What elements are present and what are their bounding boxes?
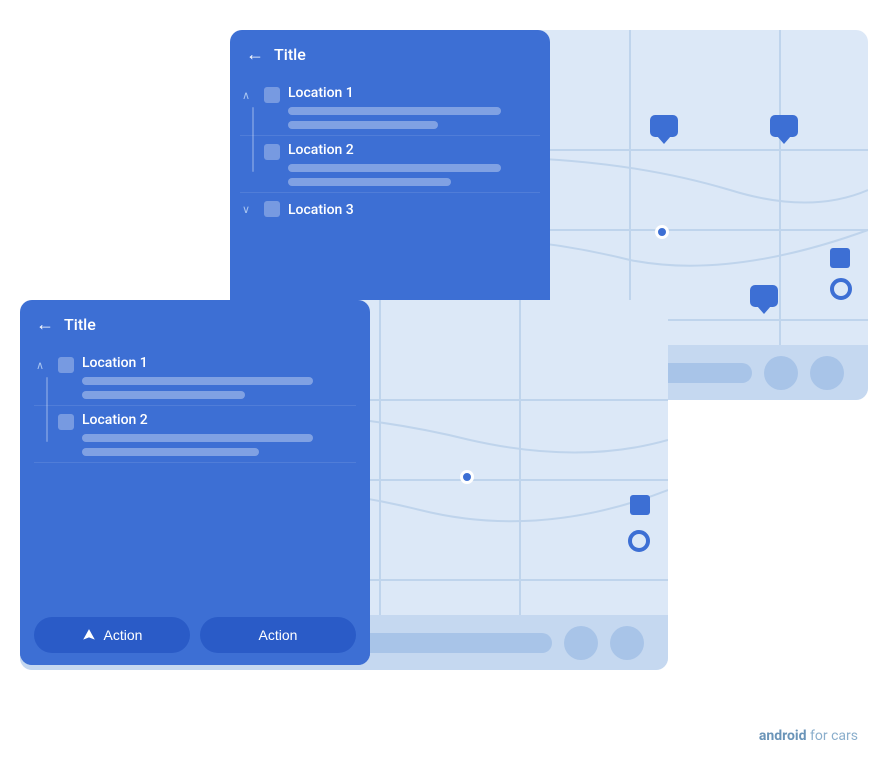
map-pin-square-1 <box>830 248 850 268</box>
brand-text: android for cars <box>759 728 858 744</box>
sub-bar-front-1a <box>82 377 313 385</box>
map-pin-square-front <box>630 495 650 515</box>
card-back-header: ← Title <box>230 30 550 79</box>
back-arrow-front[interactable]: ← <box>36 314 54 335</box>
brand-prefix: android <box>759 728 807 744</box>
list-item-back-3[interactable]: ∨ Location 3 <box>230 193 550 224</box>
list-item-front-1[interactable]: ∧ Location 1 <box>24 349 366 405</box>
action-bar-front: Action Action <box>20 605 370 665</box>
sub-bar-back-1a <box>288 107 501 115</box>
item-title-back-3: Location 3 <box>288 202 354 218</box>
item-content-front-2: Location 2 <box>82 412 354 456</box>
map-pin-speech-3 <box>750 285 778 307</box>
map-pin-speech-1 <box>650 115 678 137</box>
nav-circle-right1-back <box>764 356 798 390</box>
back-arrow-back[interactable]: ← <box>246 44 264 65</box>
collapse-icon-back-3: ∨ <box>242 203 256 216</box>
list-content-front: ∧ Location 1 Location 2 <box>20 349 370 605</box>
side-indicator-front <box>46 377 48 442</box>
list-item-back-1[interactable]: ∧ Location 1 <box>230 79 550 135</box>
map-pin-circle-front <box>628 530 650 552</box>
item-title-front-1: Location 1 <box>82 355 354 371</box>
brand-suffix: for cars <box>807 728 858 744</box>
item-icon-back-1 <box>264 87 280 103</box>
card-front-header: ← Title <box>20 300 370 349</box>
item-icon-back-3 <box>264 201 280 217</box>
sub-bar-front-2b <box>82 448 259 456</box>
map-pin-speech-2 <box>770 115 798 137</box>
item-content-back-3: Location 3 <box>288 199 538 218</box>
item-title-front-2: Location 2 <box>82 412 354 428</box>
nav-circle-right2-front <box>610 626 644 660</box>
list-item-front-partial <box>24 463 366 493</box>
map-dot-front-1 <box>460 470 474 484</box>
nav-circle-right1-front <box>564 626 598 660</box>
action-label-1: Action <box>104 627 143 643</box>
map-pin-circle-1 <box>830 278 852 300</box>
sub-bar-front-1b <box>82 391 245 399</box>
item-content-back-1: Location 1 <box>288 85 538 129</box>
item-icon-front-1 <box>58 357 74 373</box>
nav-icon-1 <box>82 628 96 642</box>
list-item-front-2[interactable]: Location 2 <box>24 406 366 462</box>
collapse-icon-back-1: ∧ <box>242 89 256 102</box>
nav-circle-right2-back <box>810 356 844 390</box>
sub-bar-back-1b <box>288 121 438 129</box>
sub-bar-front-2a <box>82 434 313 442</box>
item-content-back-2: Location 2 <box>288 142 538 186</box>
action-button-2[interactable]: Action <box>200 617 356 653</box>
item-title-back-1: Location 1 <box>288 85 538 101</box>
item-content-front-1: Location 1 <box>82 355 354 399</box>
sub-bar-back-2b <box>288 178 451 186</box>
card-front-title: Title <box>64 315 96 334</box>
item-title-back-2: Location 2 <box>288 142 538 158</box>
item-icon-front-2 <box>58 414 74 430</box>
sub-bar-back-2a <box>288 164 501 172</box>
action-label-2: Action <box>259 627 298 643</box>
list-item-back-2[interactable]: Location 2 <box>230 136 550 192</box>
list-card-front: ← Title ∧ Location 1 Location 2 <box>20 300 370 665</box>
side-indicator-back <box>252 107 254 172</box>
collapse-icon-front-1: ∧ <box>36 359 50 372</box>
map-dot-1 <box>655 225 669 239</box>
item-icon-back-2 <box>264 144 280 160</box>
action-button-1[interactable]: Action <box>34 617 190 653</box>
card-back-title: Title <box>274 45 306 64</box>
